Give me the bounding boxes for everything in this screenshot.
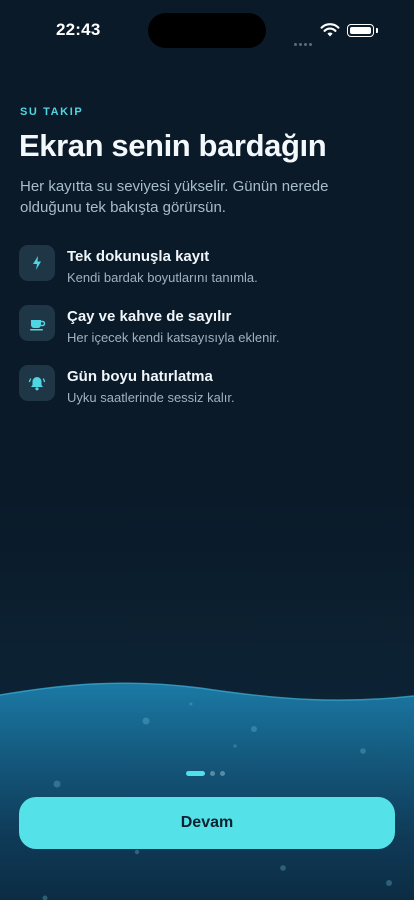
dynamic-island — [148, 13, 266, 48]
status-bar: 22:43 — [0, 0, 414, 60]
battery-icon — [347, 24, 378, 37]
bell-icon — [19, 365, 55, 401]
eyebrow-label: SU TAKIP — [20, 106, 84, 118]
feature-item: Çay ve kahve de sayılır Her içecek kendi… — [19, 305, 399, 365]
page-dot — [220, 771, 225, 776]
feature-item: Gün boyu hatırlatma Uyku saatlerinde ses… — [19, 365, 399, 425]
feature-item: Tek dokunuşla kayıt Kendi bardak boyutla… — [19, 245, 399, 305]
feature-title: Çay ve kahve de sayılır — [67, 308, 232, 325]
page-dot — [210, 771, 215, 776]
feature-list: Tek dokunuşla kayıt Kendi bardak boyutla… — [19, 245, 399, 425]
page-indicator — [186, 771, 225, 776]
feature-title: Gün boyu hatırlatma — [67, 368, 213, 385]
feature-description: Kendi bardak boyutlarını tanımla. — [67, 270, 258, 285]
status-time: 22:43 — [56, 20, 101, 39]
cup-icon — [19, 305, 55, 341]
page-dot-active — [186, 771, 205, 776]
page-subtitle: Her kayıtta su seviyesi yükselir. Günün … — [20, 178, 329, 216]
feature-description: Uyku saatlerinde sessiz kalır. — [67, 390, 235, 405]
feature-description: Her içecek kendi katsayısıyla eklenir. — [67, 330, 280, 345]
water-wave-illustration — [0, 682, 414, 900]
continue-button[interactable]: Devam — [19, 797, 395, 849]
wifi-icon — [320, 23, 340, 37]
page-title: Ekran senin bardağın — [19, 128, 327, 163]
cellular-signal-icon — [294, 33, 314, 51]
lightning-icon — [19, 245, 55, 281]
feature-title: Tek dokunuşla kayıt — [67, 248, 210, 265]
onboarding-screen: 22:43 SU TAKIP Ekran senin bardağın Her … — [0, 0, 414, 900]
